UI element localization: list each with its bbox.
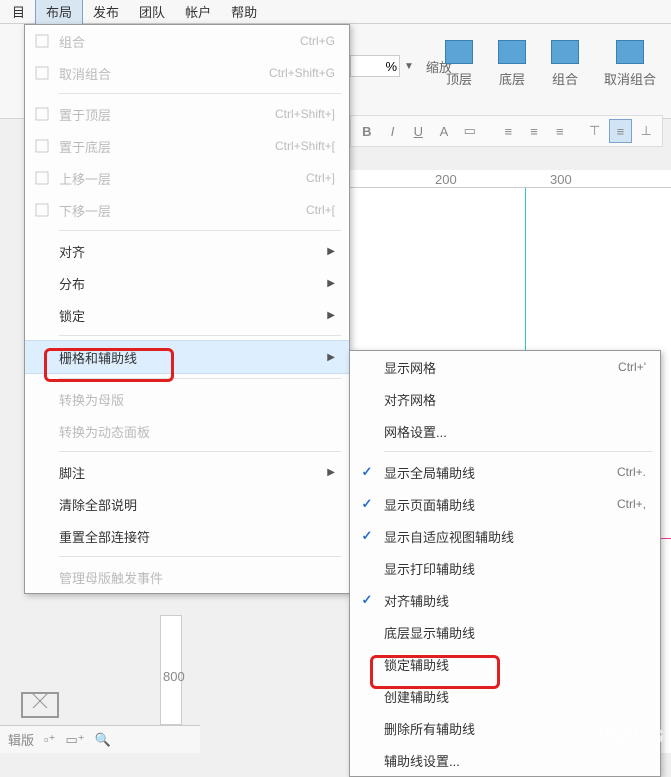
back-icon — [34, 138, 50, 154]
italic-button[interactable]: I — [381, 119, 405, 143]
label: 辑版 — [8, 730, 34, 749]
menu-item[interactable]: 显示网格Ctrl+' — [350, 351, 660, 383]
menu-item[interactable]: ✓显示自适应视图辅助线 — [350, 520, 660, 552]
menu-item[interactable]: 团队 — [129, 0, 175, 24]
bottom-toolbar: 辑版 ▫⁺ ▭⁺ 🔍 — [0, 725, 200, 753]
font-color-button[interactable]: A — [432, 119, 456, 143]
ruler-vertical: 800 — [160, 615, 182, 725]
grid-guides-submenu: 显示网格Ctrl+'对齐网格网格设置... ✓显示全局辅助线Ctrl+.✓显示页面… — [349, 350, 661, 777]
menu-item: 转换为动态面板 — [25, 415, 349, 447]
menu-item: 组合Ctrl+G — [25, 25, 349, 57]
menu-item[interactable]: 发布 — [83, 0, 129, 24]
menu-item[interactable]: 脚注▶ — [25, 456, 349, 488]
menu-item[interactable]: 栅格和辅助线▶ — [25, 340, 349, 374]
menu-item[interactable]: 帐户 — [175, 0, 221, 24]
menu-item[interactable]: 锁定▶ — [25, 299, 349, 331]
ungroup-icon — [34, 65, 50, 81]
format-bar: B I U A ▭ ≡ ≡ ≡ ⊤ ≡ ⊥ — [350, 115, 663, 147]
layout-menu: 组合Ctrl+G取消组合Ctrl+Shift+G 置于顶层Ctrl+Shift+]… — [24, 24, 350, 594]
menu-item[interactable]: 分布▶ — [25, 267, 349, 299]
menu-item[interactable]: 锁定辅助线 — [350, 648, 660, 680]
menu-item[interactable]: 目 — [2, 0, 35, 24]
menu-item: 置于顶层Ctrl+Shift+] — [25, 98, 349, 130]
zoom-control: ▼ 缩放 — [350, 55, 452, 77]
align-center-button[interactable]: ≡ — [522, 119, 546, 143]
valign-middle-button[interactable]: ≡ — [609, 119, 633, 143]
valign-bottom-button[interactable]: ⊥ — [634, 119, 658, 143]
tool-back[interactable]: 底层 — [498, 40, 526, 88]
fill-button[interactable]: ▭ — [458, 119, 482, 143]
menu-item[interactable]: 网格设置... — [350, 415, 660, 447]
underline-button[interactable]: U — [406, 119, 430, 143]
bold-button[interactable]: B — [355, 119, 379, 143]
menu-item[interactable]: 对齐网格 — [350, 383, 660, 415]
tool-ungroup[interactable]: 取消组合 — [604, 40, 656, 88]
menu-item: 取消组合Ctrl+Shift+G — [25, 57, 349, 89]
menu-item[interactable]: 对齐▶ — [25, 235, 349, 267]
toolbar-right: 顶层 底层 组合 取消组合 — [445, 40, 656, 88]
tool-front[interactable]: 顶层 — [445, 40, 473, 88]
menu-item[interactable]: ✓显示页面辅助线Ctrl+, — [350, 488, 660, 520]
menu-item: 置于底层Ctrl+Shift+[ — [25, 130, 349, 162]
menu-item[interactable]: 帮助 — [221, 0, 267, 24]
envelope-icon — [21, 692, 59, 718]
ruler-horizontal: 200 300 — [350, 170, 671, 188]
menu-item[interactable]: 底层显示辅助线 — [350, 616, 660, 648]
valign-top-button[interactable]: ⊤ — [583, 119, 607, 143]
front-icon — [34, 106, 50, 122]
menu-item: 转换为母版 — [25, 383, 349, 415]
align-left-button[interactable]: ≡ — [496, 119, 520, 143]
tool-group[interactable]: 组合 — [551, 40, 579, 88]
menu-item[interactable]: 显示打印辅助线 — [350, 552, 660, 584]
zoom-input[interactable] — [350, 55, 400, 77]
align-right-button[interactable]: ≡ — [548, 119, 572, 143]
menu-item-layout[interactable]: 布局 — [35, 0, 83, 25]
menu-item[interactable]: 创建辅助线 — [350, 680, 660, 712]
add-page-icon[interactable]: ▫⁺ — [44, 732, 55, 748]
menu-item[interactable]: 重置全部连接符 — [25, 520, 349, 552]
menubar: 目 布局 发布 团队 帐户 帮助 — [0, 0, 671, 24]
search-icon[interactable]: 🔍 — [95, 732, 111, 748]
menu-item: 下移一层Ctrl+[ — [25, 194, 349, 226]
menu-item[interactable]: 清除全部说明 — [25, 488, 349, 520]
menu-item: 管理母版触发事件 — [25, 561, 349, 593]
add-folder-icon[interactable]: ▭⁺ — [66, 732, 85, 748]
down-icon — [34, 202, 50, 218]
up-icon — [34, 170, 50, 186]
menu-item[interactable]: ✓显示全局辅助线Ctrl+. — [350, 456, 660, 488]
menu-item: 上移一层Ctrl+] — [25, 162, 349, 194]
group-icon — [34, 33, 50, 49]
menu-item[interactable]: ✓对齐辅助线 — [350, 584, 660, 616]
watermark: UEBUG — [588, 726, 665, 749]
